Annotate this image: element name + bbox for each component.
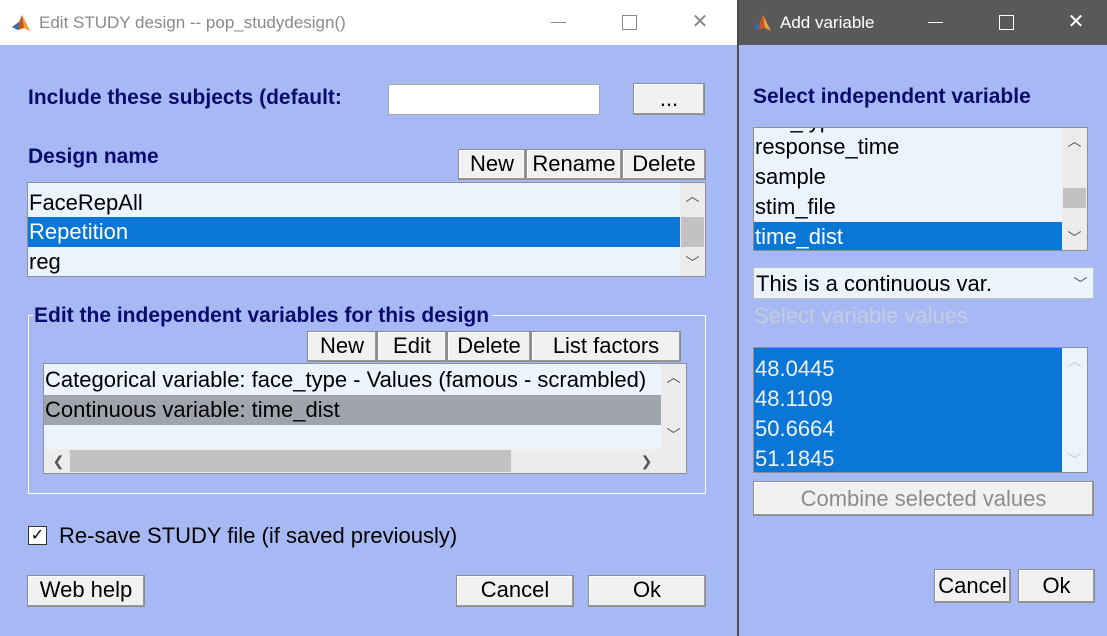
- scroll-left-icon[interactable]: ❮: [46, 450, 71, 472]
- scroll-right-icon[interactable]: ❯: [634, 450, 659, 472]
- include-subjects-label: Include these subjects (default:: [28, 86, 342, 109]
- design-name-label: Design name: [28, 145, 159, 168]
- variable-item-time-dist[interactable]: time_dist: [754, 222, 1062, 250]
- delete-design-button[interactable]: Delete: [622, 149, 706, 180]
- scroll-up-icon[interactable]: ︿: [680, 185, 705, 207]
- variable-item-sample[interactable]: sample: [754, 162, 1062, 192]
- list-factors-button[interactable]: List factors: [531, 331, 681, 362]
- design-list-scrollbar[interactable]: ︿ ﹀: [680, 183, 705, 276]
- ok-button[interactable]: Ok: [588, 575, 706, 607]
- scroll-up-icon[interactable]: ︿: [1062, 130, 1087, 152]
- include-subjects-input[interactable]: [388, 84, 600, 115]
- variable-item-stim-file[interactable]: stim_file: [754, 192, 1062, 222]
- web-help-button[interactable]: Web help: [27, 575, 145, 607]
- resave-label: Re-save STUDY file (if saved previously): [59, 523, 458, 548]
- maximize-icon[interactable]: [991, 8, 1021, 36]
- design-list-scroll-thumb[interactable]: [681, 217, 704, 247]
- close-icon[interactable]: ✕: [1061, 8, 1091, 36]
- cancel-button[interactable]: Cancel: [934, 569, 1011, 603]
- browse-subjects-button[interactable]: ...: [633, 83, 705, 115]
- scroll-down-icon[interactable]: ﹀: [1062, 227, 1087, 249]
- scroll-down-icon[interactable]: ﹀: [680, 252, 705, 274]
- select-independent-variable-label: Select independent variable: [753, 85, 1031, 108]
- ok-button[interactable]: Ok: [1018, 569, 1095, 603]
- rename-design-button[interactable]: Rename: [526, 149, 622, 180]
- independent-variables-label: Edit the independent variables for this …: [33, 303, 493, 329]
- maximize-icon[interactable]: [614, 8, 644, 36]
- scroll-up-icon[interactable]: ︿: [661, 366, 686, 388]
- variable-values-list[interactable]: 48.0445 48.1109 50.6664 51.1845 ︿ ﹀: [753, 347, 1088, 473]
- minimize-icon[interactable]: _: [921, 8, 951, 36]
- design-item-repetition[interactable]: Repetition: [28, 217, 681, 247]
- design-item-facerepall[interactable]: FaceRepAll: [28, 188, 681, 218]
- add-variable-title-bar[interactable]: Add variable _ ✕: [739, 0, 1107, 45]
- variables-list-hscrollbar[interactable]: ❮ ❯: [44, 449, 686, 473]
- select-variable-values-label: Select variable values: [754, 303, 969, 328]
- combine-selected-values-button[interactable]: Combine selected values: [753, 481, 1094, 516]
- independent-variable-list[interactable]: trial_type response_time sample stim_fil…: [753, 127, 1088, 251]
- main-window-title: Edit STUDY design -- pop_studydesign(): [39, 13, 346, 32]
- matlab-logo-icon: [12, 15, 30, 31]
- dropdown-chevron-icon: ﹀: [1073, 276, 1088, 292]
- edit-study-design-window: Edit STUDY design -- pop_studydesign() _…: [0, 0, 737, 636]
- cancel-button[interactable]: Cancel: [456, 575, 574, 607]
- scroll-down-icon[interactable]: ﹀: [1062, 449, 1087, 471]
- variables-list[interactable]: Categorical variable: face_type - Values…: [43, 363, 687, 474]
- new-design-button[interactable]: New: [458, 149, 526, 180]
- value-item-3[interactable]: 50.6664: [754, 414, 1062, 444]
- scroll-down-icon[interactable]: ﹀: [661, 424, 686, 446]
- independent-variable-scroll-thumb[interactable]: [1063, 188, 1086, 208]
- edit-variable-button[interactable]: Edit: [377, 331, 447, 362]
- design-list[interactable]: FaceRepAll Repetition reg ︿ ﹀: [27, 182, 706, 277]
- variable-type-value: This is a continuous var.: [756, 271, 993, 296]
- scroll-up-icon[interactable]: ︿: [1062, 350, 1087, 372]
- new-variable-button[interactable]: New: [307, 331, 377, 362]
- variable-item-response-time[interactable]: response_time: [754, 132, 1062, 162]
- value-item-4[interactable]: 51.1845: [754, 444, 1062, 472]
- matlab-logo-icon: [753, 15, 771, 31]
- add-variable-title: Add variable: [780, 13, 875, 32]
- resave-checkbox[interactable]: ✓: [28, 526, 47, 545]
- variable-values-scrollbar[interactable]: ︿ ﹀: [1062, 348, 1087, 472]
- variable-type-dropdown[interactable]: This is a continuous var. ﹀: [753, 267, 1094, 299]
- variables-list-scroll-thumb[interactable]: [70, 450, 511, 472]
- delete-variable-button[interactable]: Delete: [447, 331, 531, 362]
- checkmark-icon: ✓: [30, 527, 45, 544]
- add-variable-window: Add variable _ ✕ Select independent vari…: [737, 0, 1107, 636]
- independent-variable-scrollbar[interactable]: ︿ ﹀: [1062, 128, 1087, 250]
- design-item-reg[interactable]: reg: [28, 247, 681, 276]
- value-item-1[interactable]: 48.0445: [754, 354, 1062, 384]
- variables-list-vscrollbar[interactable]: ︿ ﹀: [661, 364, 686, 449]
- minimize-icon[interactable]: _: [544, 8, 574, 36]
- main-title-bar[interactable]: Edit STUDY design -- pop_studydesign() _…: [0, 0, 737, 45]
- variable-item-time-dist[interactable]: Continuous variable: time_dist: [44, 395, 661, 425]
- variable-item-face-type[interactable]: Categorical variable: face_type - Values…: [44, 365, 661, 395]
- close-icon[interactable]: ✕: [685, 8, 715, 36]
- value-item-2[interactable]: 48.1109: [754, 384, 1062, 414]
